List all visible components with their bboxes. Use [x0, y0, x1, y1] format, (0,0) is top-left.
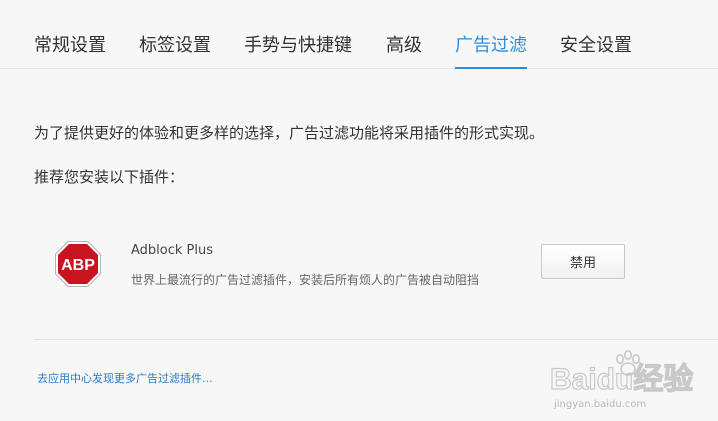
recommend-plugins-heading: 推荐您安装以下插件： [34, 168, 185, 186]
tab-gestures-shortcuts[interactable]: 手势与快捷键 [244, 34, 352, 58]
tab-security-settings[interactable]: 安全设置 [560, 34, 632, 58]
active-tab-indicator [455, 67, 527, 69]
discover-more-plugins-link[interactable]: 去应用中心发现更多广告过滤插件... [37, 371, 213, 387]
abp-stop-sign-icon: ABP [55, 241, 101, 287]
baidu-jingyan-watermark: Baidu经验 jingyan.baidu.com [548, 345, 708, 415]
abp-icon-text: ABP [61, 257, 95, 274]
ad-filter-intro-text: 为了提供更好的体验和更多样的选择，广告过滤功能将采用插件的形式实现。 [34, 124, 545, 142]
disable-plugin-button[interactable]: 禁用 [541, 244, 625, 279]
plugin-description: 世界上最流行的广告过滤插件，安装后所有烦人的广告被自动阻挡 [131, 273, 480, 287]
watermark-url: jingyan.baidu.com [554, 399, 647, 410]
baidu-paw-logo-icon: Baidu经验 [549, 350, 694, 397]
section-divider [34, 339, 718, 340]
tab-advanced[interactable]: 高级 [386, 34, 422, 58]
watermark-brand-text: Baidu经验 [550, 362, 693, 396]
tab-ad-filter[interactable]: 广告过滤 [455, 34, 527, 58]
tab-general-settings[interactable]: 常规设置 [34, 34, 106, 58]
tab-tab-settings[interactable]: 标签设置 [139, 34, 211, 58]
plugin-name: Adblock Plus [131, 243, 214, 258]
settings-tab-bar: 常规设置 标签设置 手势与快捷键 高级 广告过滤 安全设置 [0, 0, 718, 69]
